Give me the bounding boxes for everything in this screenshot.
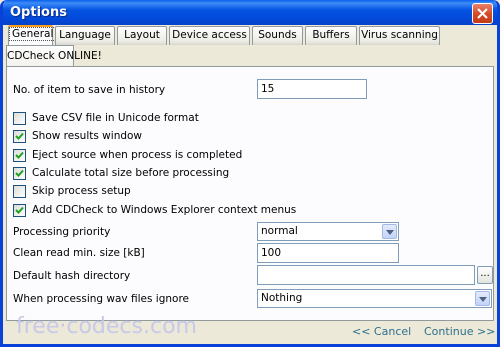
check-icon	[15, 132, 24, 140]
dropdown-button[interactable]	[382, 224, 397, 239]
hash-dir-label: Default hash directory	[13, 270, 131, 282]
cancel-button[interactable]: << Cancel	[352, 325, 411, 338]
options-window: Options General Language Layout Device a…	[0, 0, 500, 347]
checkbox-box[interactable]	[13, 111, 26, 125]
checkbox-box[interactable]	[13, 129, 26, 143]
check-icon	[15, 151, 24, 159]
dropdown-button[interactable]	[475, 291, 490, 306]
watermark-logo: free·codecs.com	[16, 314, 197, 339]
checkbox-box[interactable]	[13, 184, 26, 198]
browse-button[interactable]: ...	[477, 266, 493, 284]
close-button[interactable]	[472, 3, 493, 24]
checkbox-box[interactable]	[13, 148, 26, 162]
checkbox-explorer-context-menu[interactable]: Add CDCheck to Windows Explorer context …	[13, 203, 296, 217]
chevron-down-icon	[386, 230, 394, 235]
tab-sounds[interactable]: Sounds	[252, 26, 303, 45]
window-title: Options	[10, 5, 67, 20]
tab-language[interactable]: Language	[55, 26, 115, 45]
wav-ignore-select[interactable]: Nothing	[257, 289, 492, 308]
checkbox-skip-process-setup[interactable]: Skip process setup	[13, 184, 131, 198]
wav-ignore-label: When processing wav files ignore	[13, 293, 189, 305]
tab-device-access[interactable]: Device access	[169, 26, 250, 45]
check-icon	[15, 169, 24, 177]
tab-buffers[interactable]: Buffers	[305, 26, 357, 45]
checkbox-show-results-window[interactable]: Show results window	[13, 129, 142, 143]
checkbox-eject-source[interactable]: Eject source when process is completed	[13, 148, 242, 162]
tab-layout[interactable]: Layout	[117, 26, 167, 45]
tab-virus-scanning[interactable]: Virus scanning	[359, 26, 440, 45]
checkbox-box[interactable]	[13, 166, 26, 180]
checkbox-box[interactable]	[13, 203, 26, 217]
history-label: No. of item to save in history	[13, 84, 166, 96]
history-input[interactable]: 15	[257, 79, 367, 99]
priority-select[interactable]: normal	[257, 222, 399, 241]
title-bar[interactable]: Options	[3, 0, 497, 25]
priority-label: Processing priority	[13, 226, 111, 238]
continue-button[interactable]: Continue >>	[424, 325, 495, 338]
tab-general[interactable]: General	[8, 25, 57, 45]
chevron-down-icon	[479, 297, 487, 302]
clean-read-input[interactable]: 100	[257, 243, 399, 263]
checkbox-save-csv-unicode[interactable]: Save CSV file in Unicode format	[13, 111, 199, 125]
check-icon	[15, 206, 24, 214]
close-icon	[477, 8, 488, 19]
checkbox-calculate-total-size[interactable]: Calculate total size before processing	[13, 166, 229, 180]
tab-cdcheck-online[interactable]: CDCheck ONLINE!	[6, 45, 102, 67]
hash-dir-input[interactable]	[257, 265, 475, 285]
clean-read-label: Clean read min. size [kB]	[13, 247, 145, 259]
